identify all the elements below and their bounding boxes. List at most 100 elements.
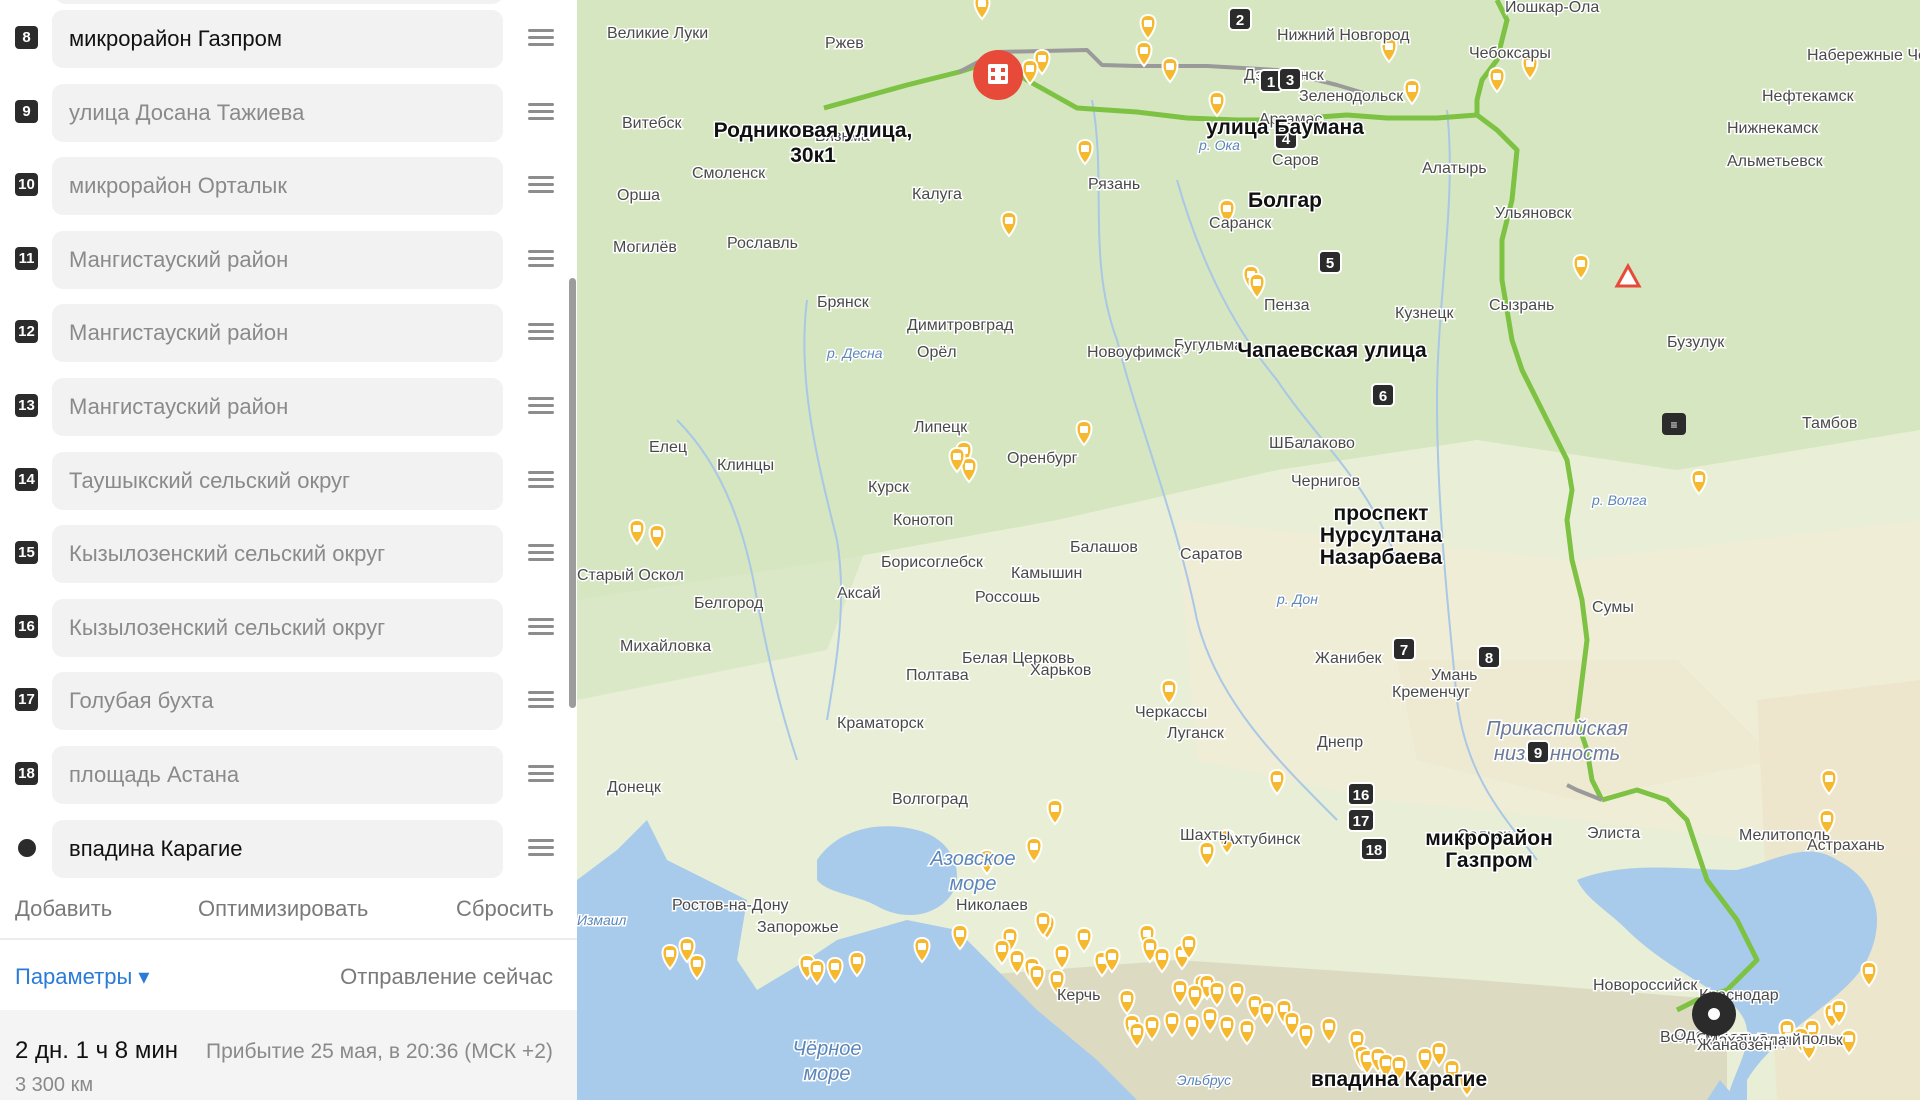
waypoint-field[interactable]: Таушыкский сельский округ xyxy=(52,451,503,510)
waypoint-number-badge: 13 xyxy=(15,394,38,417)
waypoint-field[interactable]: Кызылозенский сельский округ xyxy=(52,525,503,584)
drag-handle-icon[interactable] xyxy=(528,617,554,636)
waypoint-field[interactable]: Голубая бухта xyxy=(52,672,503,731)
city-label: Клинцы xyxy=(717,457,774,474)
waypoint-field[interactable]: улица Досана Тажиева xyxy=(52,83,503,142)
city-label: Конотоп xyxy=(893,512,953,529)
city-label: Калуга xyxy=(912,186,962,203)
route-waypoint-pin-number: 3 xyxy=(1286,72,1294,89)
route-waypoint-pin[interactable]: 16 xyxy=(1347,782,1375,806)
waypoint-row: 9 улица Досана Тажиева xyxy=(0,81,577,142)
route-waypoint-pin-number: 6 xyxy=(1379,388,1387,405)
drag-handle-icon[interactable] xyxy=(528,323,554,341)
drag-handle-icon[interactable] xyxy=(528,470,554,489)
city-label: Харьков xyxy=(1030,662,1091,679)
reset-button[interactable]: Сбросить xyxy=(456,896,554,922)
destination-pin[interactable] xyxy=(1692,992,1736,1036)
route-label: впадина Карагие xyxy=(1311,1068,1487,1091)
city-label: Кузнецк xyxy=(1395,305,1455,322)
map-canvas[interactable]: Великие Луки Ржев Нижний Новгород Чебоксары… xyxy=(577,0,1920,1100)
waypoint-number-badge: 17 xyxy=(15,688,38,712)
waypoint-number-badge: 12 xyxy=(15,320,38,344)
city-label: Чернигов xyxy=(1291,473,1360,490)
waypoint-row: 15 Кызылозенский сельский округ xyxy=(0,522,577,584)
route-label: Нурсултана xyxy=(1320,524,1442,547)
city-label: Смоленск xyxy=(692,165,766,182)
region-label: Прикаспийская xyxy=(1486,718,1628,740)
route-arrival-time: Прибытие 25 мая, в 20:36 (МСК +2) xyxy=(206,1040,553,1063)
route-waypoint-pin[interactable]: 5 xyxy=(1318,250,1342,274)
route-waypoint-pin[interactable]: 7 xyxy=(1392,637,1416,661)
route-waypoint-pin-number: 17 xyxy=(1353,813,1370,830)
waypoint-field[interactable]: Кызылозенский сельский округ xyxy=(52,598,503,657)
city-label: Шахты xyxy=(1180,827,1230,844)
city-label: Рославль xyxy=(727,235,798,252)
drag-handle-icon[interactable] xyxy=(528,176,554,194)
route-label: Болгар xyxy=(1248,189,1322,212)
drag-handle-icon[interactable] xyxy=(528,397,554,415)
waypoint-row: 18 площадь Астана xyxy=(0,743,577,804)
city-label: Саранск xyxy=(1209,215,1272,232)
region-label: р. Десна xyxy=(826,345,883,361)
city-label: Сумы xyxy=(1592,599,1634,616)
previous-waypoint-field-edge xyxy=(54,0,504,4)
waypoint-field[interactable]: площадь Астана xyxy=(52,746,503,804)
route-waypoint-pin[interactable]: 8 xyxy=(1477,645,1501,669)
waypoint-row: 11 Мангистауский район xyxy=(0,228,577,289)
route-waypoint-pin[interactable]: 9 xyxy=(1526,740,1550,764)
region-label: Чёрное xyxy=(793,1038,862,1060)
route-label: 30к1 xyxy=(790,144,836,167)
region-label: Эльбрус xyxy=(1177,1072,1231,1088)
city-label: Нижний Новгород xyxy=(1277,27,1410,44)
drag-handle-icon[interactable] xyxy=(528,765,554,783)
parameters-dropdown[interactable]: Параметры ▾ xyxy=(15,964,149,990)
route-waypoint-pin[interactable]: 2 xyxy=(1228,7,1252,31)
waypoint-field[interactable]: Мангистауский район xyxy=(52,230,503,289)
city-label: Ростов-на-Дону xyxy=(672,897,789,914)
city-label: Бузулук xyxy=(1667,334,1725,351)
waypoint-row: 17 Голубая бухта xyxy=(0,669,577,731)
city-label: Рязань xyxy=(1088,176,1140,193)
city-label: Россошь xyxy=(975,589,1040,606)
route-waypoint-pin-number: 9 xyxy=(1534,745,1542,762)
city-label: Тамбов xyxy=(1802,415,1857,432)
route-waypoint-pin[interactable]: 3 xyxy=(1278,67,1302,91)
start-pin[interactable] xyxy=(973,50,1023,100)
drag-handle-icon[interactable] xyxy=(528,249,554,268)
waypoint-number-badge: 10 xyxy=(15,173,38,197)
toll-icon[interactable]: ≡ xyxy=(1662,413,1686,435)
waypoint-row: 16 Кызылозенский сельский округ xyxy=(0,596,577,657)
city-label: Набережные Челны xyxy=(1807,47,1920,64)
sidebar-scrollbar[interactable] xyxy=(569,278,576,708)
waypoint-field[interactable]: Мангистауский район xyxy=(52,378,503,436)
city-label: Липецк xyxy=(914,419,968,436)
map-view[interactable]: Великие Луки Ржев Нижний Новгород Чебоксары… xyxy=(577,0,1920,1100)
waypoint-field[interactable]: Мангистауский район xyxy=(52,304,503,363)
route-waypoint-pin[interactable]: 18 xyxy=(1360,837,1388,861)
route-waypoint-pin-number: 2 xyxy=(1236,12,1244,29)
city-label: Умань xyxy=(1431,667,1478,684)
route-waypoint-pin[interactable]: 6 xyxy=(1371,383,1395,407)
waypoint-field[interactable]: микрорайон Газпром xyxy=(52,10,503,68)
city-label: Новороссийск xyxy=(1593,977,1698,994)
city-label: Луганск xyxy=(1167,725,1225,742)
drag-handle-icon[interactable] xyxy=(528,29,554,47)
drag-handle-icon[interactable] xyxy=(528,544,554,562)
drag-handle-icon[interactable] xyxy=(528,839,554,857)
add-waypoint-button[interactable]: Добавить xyxy=(15,896,112,922)
waypoint-field[interactable]: микрорайон Орталык xyxy=(52,157,503,216)
drag-handle-icon[interactable] xyxy=(528,691,554,709)
city-label: Керчь xyxy=(1057,987,1100,1004)
drag-handle-icon[interactable] xyxy=(528,102,554,121)
route-waypoint-pin[interactable]: 17 xyxy=(1347,808,1375,832)
region-label: р. Волга xyxy=(1591,492,1647,508)
city-label: Димитровград xyxy=(907,317,1014,334)
route-waypoint-pin-number: 16 xyxy=(1353,787,1370,804)
departure-time-button[interactable]: Отправление сейчас xyxy=(340,964,553,990)
optimize-button[interactable]: Оптимизировать xyxy=(198,896,368,922)
waypoint-field-destination[interactable]: впадина Карагие xyxy=(52,820,503,878)
city-label: Оренбург xyxy=(1007,450,1078,467)
waypoint-row-destination: впадина Карагие xyxy=(0,817,577,878)
route-actions: Добавить Оптимизировать Сбросить xyxy=(0,880,577,940)
waypoint-number-badge: 16 xyxy=(15,614,38,638)
